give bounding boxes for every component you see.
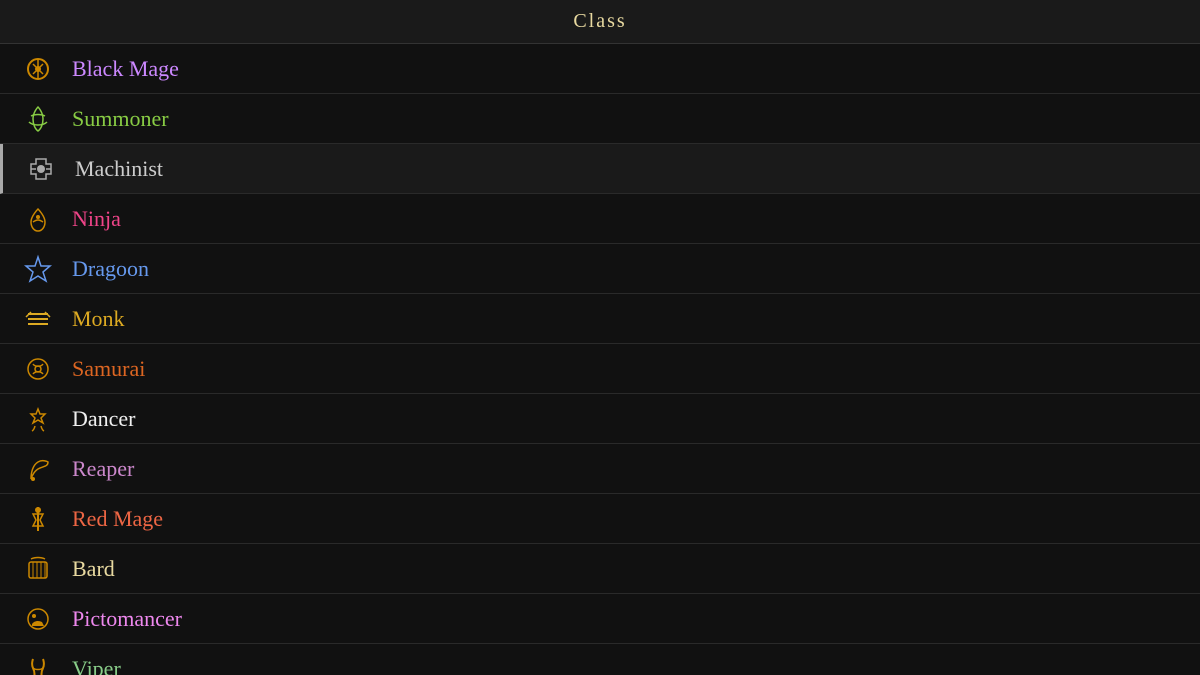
main-container: Class Black Mage Summoner Machinist Ninja Dr…	[0, 0, 1200, 675]
samurai-name: Samurai	[72, 356, 145, 382]
class-row-viper[interactable]: Viper	[0, 644, 1200, 675]
bard-name: Bard	[72, 556, 115, 582]
class-row-red-mage[interactable]: Red Mage	[0, 494, 1200, 544]
reaper-name: Reaper	[72, 456, 134, 482]
class-row-dancer[interactable]: Dancer	[0, 394, 1200, 444]
machinist-icon	[23, 151, 59, 187]
bard-icon	[20, 551, 56, 587]
dancer-icon	[20, 401, 56, 437]
ninja-icon	[20, 201, 56, 237]
samurai-icon	[20, 351, 56, 387]
class-row-reaper[interactable]: Reaper	[0, 444, 1200, 494]
class-row-machinist[interactable]: Machinist	[0, 144, 1200, 194]
viper-name: Viper	[72, 656, 121, 675]
red-mage-name: Red Mage	[72, 506, 163, 532]
black-mage-icon	[20, 51, 56, 87]
summoner-icon	[20, 101, 56, 137]
class-row-black-mage[interactable]: Black Mage	[0, 44, 1200, 94]
dragoon-icon	[20, 251, 56, 287]
class-row-ninja[interactable]: Ninja	[0, 194, 1200, 244]
machinist-name: Machinist	[75, 156, 163, 182]
dancer-name: Dancer	[72, 406, 136, 432]
pictomancer-icon	[20, 601, 56, 637]
class-row-samurai[interactable]: Samurai	[0, 344, 1200, 394]
reaper-icon	[20, 451, 56, 487]
class-row-pictomancer[interactable]: Pictomancer	[0, 594, 1200, 644]
monk-icon	[20, 301, 56, 337]
class-row-dragoon[interactable]: Dragoon	[0, 244, 1200, 294]
red-mage-icon	[20, 501, 56, 537]
class-row-summoner[interactable]: Summoner	[0, 94, 1200, 144]
summoner-name: Summoner	[72, 106, 169, 132]
class-list: Black Mage Summoner Machinist Ninja Dragoon M…	[0, 44, 1200, 675]
pictomancer-name: Pictomancer	[72, 606, 182, 632]
class-row-monk[interactable]: Monk	[0, 294, 1200, 344]
header: Class	[0, 0, 1200, 44]
black-mage-name: Black Mage	[72, 56, 179, 82]
viper-icon	[20, 651, 56, 675]
header-title: Class	[573, 10, 626, 32]
ninja-name: Ninja	[72, 206, 121, 232]
monk-name: Monk	[72, 306, 125, 332]
dragoon-name: Dragoon	[72, 256, 149, 282]
class-row-bard[interactable]: Bard	[0, 544, 1200, 594]
